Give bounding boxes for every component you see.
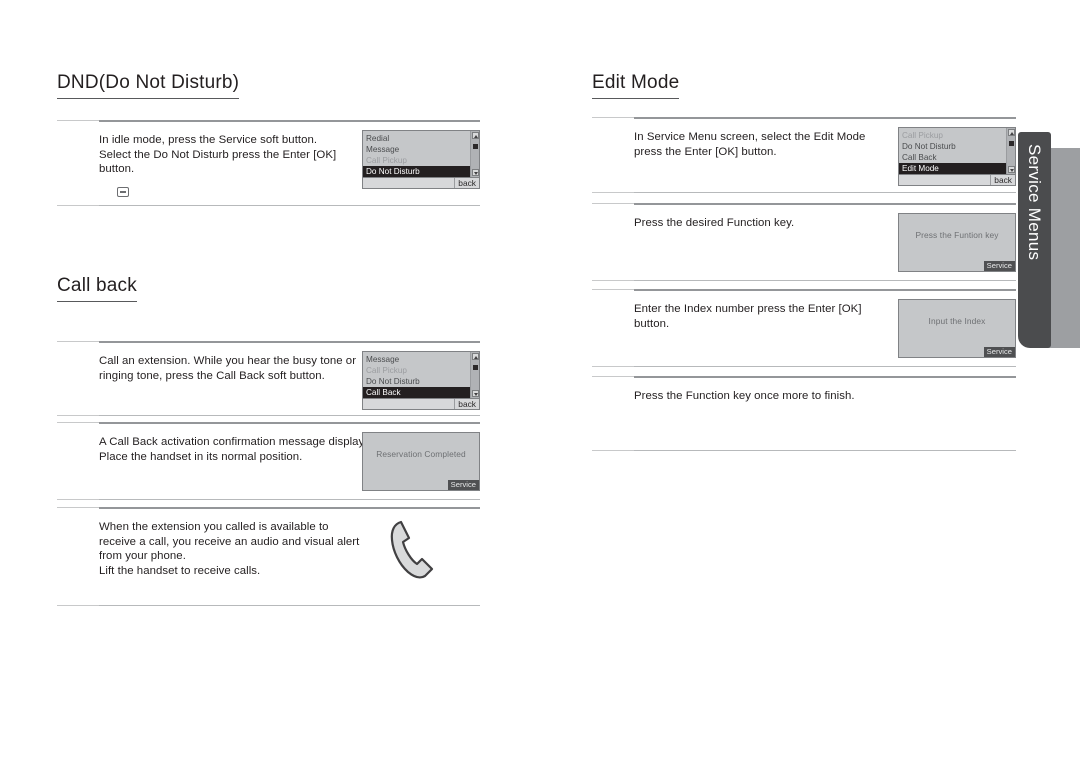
- phone-screen-illustration: Redial Message Call Pickup Do Not Distur…: [362, 130, 480, 189]
- lcd-softkey-bar: back: [363, 398, 479, 409]
- step-divider: [57, 415, 480, 417]
- lcd-menu-screen: Call Pickup Do Not Disturb Call Back Edi…: [898, 127, 1016, 186]
- handset-icon: [390, 520, 434, 579]
- lcd-menu-item: Redial: [366, 134, 390, 143]
- lcd-menu-screen: Message Call Pickup Do Not Disturb Call …: [362, 351, 480, 410]
- lcd-menu-item: Message: [366, 355, 400, 364]
- lcd-scrollbar: [470, 352, 479, 398]
- side-tab-service-menus: Service Menus: [1018, 132, 1051, 348]
- scroll-up-arrow-icon: [472, 353, 479, 360]
- lcd-scrollbar: [470, 131, 479, 177]
- step-divider: [57, 499, 480, 501]
- phone-screen-illustration: Input the Index Service: [898, 299, 1016, 358]
- section-edit-mode: Edit Mode: [592, 72, 1016, 99]
- lcd-menu-screen: Redial Message Call Pickup Do Not Distur…: [362, 130, 480, 189]
- section-dnd: DND(Do Not Disturb): [57, 72, 482, 99]
- lcd-menu-item: Do Not Disturb: [366, 377, 420, 386]
- scroll-thumb: [1008, 141, 1014, 146]
- handset-illustration: [380, 515, 444, 588]
- lcd-softkey-bar: back: [899, 174, 1015, 185]
- lcd-menu-item-selected: Edit Mode: [899, 163, 1006, 174]
- step-editmode-4: Press the Function key once more to fini…: [592, 376, 1016, 452]
- scroll-up-arrow-icon: [472, 132, 479, 139]
- section-heading-dnd: DND(Do Not Disturb): [57, 72, 240, 99]
- lcd-menu-item: Call Pickup: [902, 131, 943, 140]
- step-callback-1: Call an extension. While you hear the bu…: [57, 341, 480, 417]
- lcd-softkey-blank: [363, 178, 456, 188]
- step-dnd-1: In idle mode, press the Service soft but…: [57, 120, 480, 207]
- button-key-icon: [117, 186, 129, 197]
- step-instruction: When the extension you called is availab…: [99, 521, 360, 577]
- lcd-softkey-service: Service: [447, 480, 479, 490]
- lcd-message-text: Reservation Completed: [376, 449, 466, 459]
- lcd-menu-item-selected: Call Back: [363, 387, 470, 398]
- step-instruction: In Service Menu screen, select the Edit …: [634, 131, 866, 158]
- lcd-scrollbar: [1006, 128, 1015, 174]
- step-divider: [592, 366, 1016, 368]
- scroll-thumb: [472, 365, 478, 370]
- step-callback-3: When the extension you called is availab…: [57, 507, 480, 607]
- lcd-message-text: Press the Funtion key: [915, 230, 999, 240]
- step-instruction: Press the desired Function key.: [634, 217, 795, 229]
- step-instruction: Enter the Index number press the Enter […: [634, 303, 862, 330]
- phone-screen-illustration: Press the Funtion key Service: [898, 213, 1016, 272]
- lcd-softkey-blank: [899, 175, 992, 185]
- manual-page: DND(Do Not Disturb) In idle mode, press …: [0, 0, 1080, 761]
- lcd-message-screen: Input the Index Service: [898, 299, 1016, 358]
- lcd-menu-item: Message: [366, 145, 400, 154]
- step-editmode-2: Press the desired Function key. Press th…: [592, 203, 1016, 282]
- step-divider: [592, 450, 1016, 452]
- lcd-message-screen: Reservation Completed Service: [362, 432, 480, 491]
- scroll-down-arrow-icon: [1008, 166, 1015, 173]
- section-call-back: Call back: [57, 275, 482, 302]
- step-editmode-1: In Service Menu screen, select the Edit …: [592, 117, 1016, 194]
- step-divider: [592, 280, 1016, 282]
- step-instruction: In idle mode, press the Service soft but…: [99, 134, 337, 176]
- lcd-message-screen: Press the Funtion key Service: [898, 213, 1016, 272]
- lcd-menu-item: Call Back: [902, 153, 937, 162]
- section-heading-edit-mode: Edit Mode: [592, 72, 680, 99]
- phone-screen-illustration: Reservation Completed Service: [362, 432, 480, 491]
- scroll-down-arrow-icon: [472, 390, 479, 397]
- lcd-softkey-bar: back: [363, 177, 479, 188]
- scroll-up-arrow-icon: [1008, 129, 1015, 136]
- step-instruction: A Call Back activation confirmation mess…: [99, 436, 374, 463]
- section-heading-call-back: Call back: [57, 275, 137, 302]
- scroll-thumb: [472, 144, 478, 149]
- step-divider: [57, 204, 480, 207]
- step-editmode-3: Enter the Index number press the Enter […: [592, 289, 1016, 368]
- lcd-softkey-back: back: [455, 178, 479, 188]
- step-divider: [592, 192, 1016, 194]
- lcd-menu-item-selected: Do Not Disturb: [363, 166, 470, 177]
- step-callback-2: A Call Back activation confirmation mess…: [57, 422, 480, 501]
- lcd-softkey-back: back: [455, 399, 479, 409]
- step-instruction: Call an extension. While you hear the bu…: [99, 355, 357, 382]
- side-tab-label: Service Menus: [1025, 144, 1045, 261]
- lcd-menu-item: Call Pickup: [366, 156, 407, 165]
- scroll-down-arrow-icon: [472, 169, 479, 176]
- lcd-softkey-blank: [363, 399, 456, 409]
- phone-screen-illustration: Message Call Pickup Do Not Disturb Call …: [362, 351, 480, 410]
- step-instruction: Press the Function key once more to fini…: [634, 390, 855, 402]
- step-divider: [57, 605, 480, 607]
- lcd-menu-item: Call Pickup: [366, 366, 407, 375]
- lcd-softkey-service: Service: [983, 261, 1015, 271]
- lcd-menu-item: Do Not Disturb: [902, 142, 956, 151]
- lcd-softkey-service: Service: [983, 347, 1015, 357]
- lcd-message-text: Input the Index: [928, 316, 986, 326]
- lcd-softkey-back: back: [991, 175, 1015, 185]
- phone-screen-illustration: Call Pickup Do Not Disturb Call Back Edi…: [898, 127, 1016, 186]
